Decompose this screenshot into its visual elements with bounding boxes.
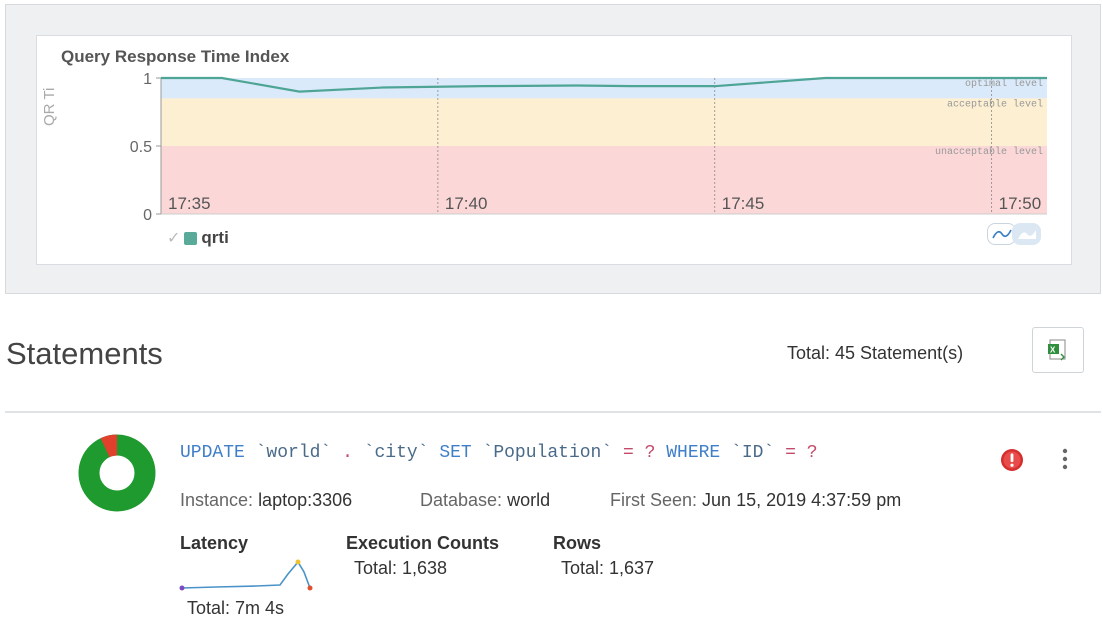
- exec-counts-label: Execution Counts: [346, 533, 500, 553]
- latency-label: Latency: [180, 533, 249, 553]
- sql-token: `world`: [255, 443, 332, 463]
- instance-info: Instance: laptop:3306: [180, 490, 352, 511]
- database-label: Database:: [420, 490, 503, 510]
- donut-green-segment: [78, 434, 156, 512]
- rows-total: Total: 1,637: [561, 558, 655, 578]
- sql-token: `Population`: [482, 443, 613, 463]
- chart-panel: Query Response Time Index QR Ti optimal …: [5, 4, 1101, 294]
- rows-label: Rows: [553, 533, 602, 553]
- legend-swatch: [184, 231, 198, 245]
- export-button[interactable]: X: [1032, 327, 1084, 373]
- legend-label-qrti: qrti: [201, 228, 229, 247]
- x-tick-label: 17:35: [168, 194, 211, 213]
- threshold-band-label: unacceptable level: [935, 146, 1043, 158]
- sql-token: =: [785, 443, 796, 463]
- x-tick-label: 17:45: [722, 194, 765, 213]
- x-tick-label: 17:40: [445, 194, 488, 213]
- x-tick-label: 17:50: [999, 194, 1042, 213]
- sql-token: ?: [644, 443, 656, 463]
- kebab-menu-icon[interactable]: [1060, 446, 1070, 472]
- instance-label: Instance:: [180, 490, 254, 510]
- sql-token: `city`: [363, 443, 429, 463]
- sql-token: UPDATE: [180, 443, 245, 463]
- first-seen-info: First Seen: Jun 15, 2019 4:37:59 pm: [610, 490, 901, 511]
- threshold-band: [161, 98, 1047, 146]
- legend-check-icon[interactable]: ✓: [167, 228, 180, 248]
- exec-counts-total: Total: 1,638: [354, 558, 448, 578]
- statement-sql[interactable]: UPDATE `world` . `city` SET `Population`…: [180, 443, 818, 463]
- instance-value: laptop:3306: [258, 490, 353, 510]
- threshold-band: [161, 146, 1047, 214]
- chart-legend[interactable]: ✓ qrti: [167, 228, 229, 248]
- sql-token: `ID`: [731, 443, 775, 463]
- first-seen-label: First Seen:: [610, 490, 698, 510]
- threshold-band-label: acceptable level: [947, 98, 1043, 110]
- latency-sparkline: [179, 559, 313, 591]
- threshold-band-label: optimal level: [965, 78, 1043, 90]
- divider: [5, 411, 1101, 413]
- statements-total: Total: 45 Statement(s): [787, 343, 964, 363]
- statement-donut-chart: [78, 434, 156, 512]
- sql-token: SET: [439, 443, 472, 463]
- svg-text:X: X: [1050, 346, 1056, 355]
- latency-total: Total: 7m 4s: [187, 598, 285, 618]
- database-info: Database: world: [420, 490, 550, 511]
- excel-export-icon: X: [1048, 339, 1066, 361]
- sql-token: .: [342, 443, 353, 463]
- sql-token: =: [622, 443, 634, 463]
- sql-token: WHERE: [666, 443, 721, 463]
- chart-type-toggle[interactable]: [987, 223, 1045, 247]
- chart-card: Query Response Time Index QR Ti optimal …: [36, 35, 1072, 265]
- threshold-band: [161, 78, 1047, 99]
- first-seen-value: Jun 15, 2019 4:37:59 pm: [702, 490, 902, 510]
- error-alert-icon[interactable]: [1000, 448, 1024, 472]
- database-value: world: [507, 490, 551, 510]
- y-tick-label: 1: [143, 71, 152, 88]
- sql-token: ?: [806, 443, 818, 463]
- y-tick-label: 0: [143, 207, 152, 224]
- statements-title: Statements: [6, 336, 163, 371]
- area-chart-icon[interactable]: [1012, 223, 1041, 245]
- y-tick-label: 0.5: [130, 139, 152, 156]
